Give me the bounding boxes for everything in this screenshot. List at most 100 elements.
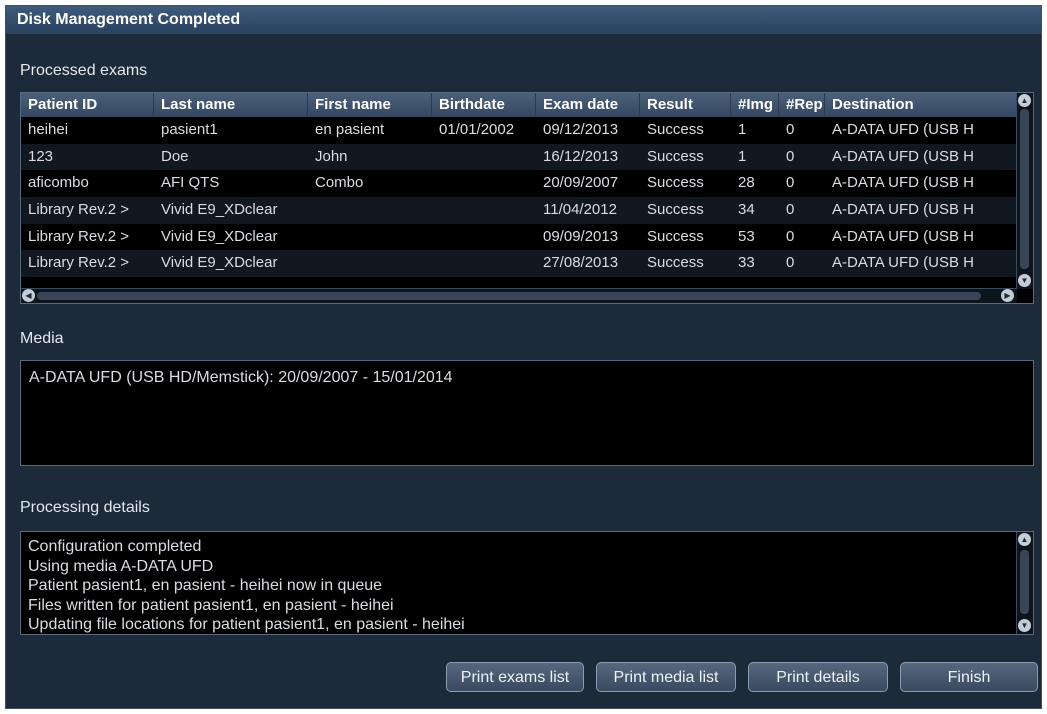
table-cell: Library Rev.2 > — [28, 227, 130, 245]
scroll-down-icon[interactable]: ▼ — [1018, 274, 1031, 287]
table-cell: 0 — [786, 227, 795, 245]
scrollbar-thumb[interactable] — [1020, 550, 1029, 614]
print-exams-list-button[interactable]: Print exams list — [446, 662, 584, 692]
table-cell — [432, 144, 536, 171]
processed-exams-table[interactable]: Patient ID Last name First name Birthdate Ex… — [20, 92, 1034, 304]
table-cell: 33 — [738, 254, 755, 272]
table-cell: A-DATA UFD (USB H — [832, 121, 974, 138]
disk-management-dialog: Disk Management Completed Processed exam… — [5, 5, 1042, 709]
media-list[interactable]: A-DATA UFD (USB HD/Memstick): 20/09/2007… — [20, 360, 1034, 466]
table-cell: heihei — [28, 121, 69, 138]
table-cell: Success — [647, 201, 704, 219]
table-cell — [308, 224, 432, 251]
table-row[interactable]: Library Rev.2 > Vivid E9_XDclear 27/08/201… — [21, 250, 1017, 278]
table-cell: 34 — [738, 201, 755, 219]
table-row[interactable]: heihei pasient1 en pasient 01/01/2002 09/12/… — [21, 117, 1017, 144]
print-media-list-button[interactable]: Print media list — [596, 662, 736, 692]
column-header[interactable]: Exam date — [536, 93, 640, 117]
table-cell — [432, 224, 536, 251]
table-cell: 1 — [738, 147, 747, 165]
processing-details-label: Processing details — [20, 499, 150, 516]
table-row[interactable]: Library Rev.2 > Vivid E9_XDclear 11/04/201… — [21, 197, 1017, 224]
table-cell: 0 — [786, 174, 795, 192]
table-cell: 0 — [786, 121, 795, 138]
table-cell: pasient1 — [161, 121, 218, 138]
table-cell — [432, 170, 536, 197]
log-line: Configuration completed — [28, 538, 202, 555]
log-line: Files written for patient pasient1, en p… — [28, 596, 394, 614]
table-cell: John — [315, 147, 348, 165]
table-cell: 27/08/2013 — [543, 254, 619, 272]
table-cell: 123 — [28, 147, 54, 165]
scrollbar-thumb[interactable] — [37, 292, 981, 300]
scroll-right-icon[interactable]: ▶ — [1001, 289, 1014, 302]
table-cell — [432, 250, 536, 277]
table-cell: A-DATA UFD (USB H — [832, 227, 974, 245]
scrollbar-thumb[interactable] — [1020, 109, 1029, 269]
table-cell: AFI QTS — [161, 174, 220, 192]
log-line: Patient pasient1, en pasient - heihei no… — [28, 577, 383, 594]
table-cell: 09/09/2013 — [543, 227, 619, 245]
column-header[interactable]: Patient ID — [21, 93, 154, 117]
scroll-up-icon[interactable]: ▲ — [1018, 94, 1031, 107]
table-vertical-scrollbar[interactable]: ▲ ▼ — [1016, 93, 1033, 289]
table-cell: 01/01/2002 — [439, 121, 515, 138]
table-cell: 20/09/2007 — [543, 174, 619, 192]
table-cell: Doe — [161, 147, 189, 165]
details-vertical-scrollbar[interactable]: ▲ ▼ — [1016, 532, 1033, 634]
table-cell: 0 — [786, 201, 795, 219]
table-cell: Library Rev.2 > — [28, 201, 130, 219]
processed-exams-label: Processed exams — [20, 62, 148, 79]
log-line: Using media A-DATA UFD — [28, 557, 214, 575]
table-row[interactable]: aficombo AFI QTS Combo 20/09/2007 Success 28 0… — [21, 170, 1017, 198]
table-cell: en pasient — [315, 121, 385, 138]
table-cell: Success — [647, 227, 704, 245]
column-header[interactable]: Result — [640, 93, 731, 117]
table-cell: 0 — [786, 147, 795, 165]
table-cell: Vivid E9_XDclear — [161, 201, 278, 219]
table-cell: 53 — [738, 227, 755, 245]
table-horizontal-scrollbar[interactable]: ◀ ▶ — [21, 288, 1017, 303]
table-cell — [308, 250, 432, 277]
table-cell: 0 — [786, 254, 795, 272]
details-lines: Configuration completed Using media A-DAT… — [28, 537, 465, 634]
column-header[interactable]: First name — [308, 93, 432, 117]
scroll-left-icon[interactable]: ◀ — [22, 289, 35, 302]
media-item[interactable]: A-DATA UFD (USB HD/Memstick): 20/09/2007… — [29, 369, 1033, 387]
table-cell: 1 — [738, 121, 747, 138]
print-details-button[interactable]: Print details — [748, 662, 888, 692]
column-header[interactable]: #Rep — [779, 93, 825, 117]
column-header[interactable]: Birthdate — [432, 93, 536, 117]
table-row[interactable]: Library Rev.2 > Vivid E9_XDclear 09/09/201… — [21, 223, 1017, 251]
log-line: Updating file locations for patient pasi… — [28, 616, 465, 633]
table-cell: 09/12/2013 — [543, 121, 619, 138]
table-cell: Combo — [315, 174, 364, 192]
scroll-down-icon[interactable]: ▼ — [1018, 619, 1031, 632]
column-header[interactable]: Destination — [825, 93, 1017, 117]
table-row[interactable]: 123 Doe John 16/12/2013 Success 1 0 A-DATA UFD … — [21, 143, 1017, 171]
window-title: Disk Management Completed — [6, 6, 1041, 34]
table-cell: Success — [647, 174, 704, 192]
finish-button[interactable]: Finish — [900, 662, 1038, 692]
media-label: Media — [20, 330, 64, 347]
table-cell: A-DATA UFD (USB H — [832, 201, 974, 219]
table-cell: Success — [647, 121, 704, 138]
column-header[interactable]: #Img — [731, 93, 779, 117]
table-cell: A-DATA UFD (USB H — [832, 254, 974, 272]
table-cell: Vivid E9_XDclear — [161, 227, 278, 245]
scroll-up-icon[interactable]: ▲ — [1018, 533, 1031, 546]
table-cell: Success — [647, 254, 704, 272]
table-cell: Vivid E9_XDclear — [161, 254, 278, 272]
table-cell: 16/12/2013 — [543, 147, 619, 165]
table-cell: A-DATA UFD (USB H — [832, 147, 974, 165]
table-header: Patient ID Last name First name Birthdate Ex… — [21, 93, 1017, 117]
processing-details-log[interactable]: Configuration completed Using media A-DAT… — [20, 531, 1034, 635]
table-cell: Success — [647, 147, 704, 165]
table-body: heihei pasient1 en pasient 01/01/2002 09/12/… — [21, 117, 1017, 278]
table-cell: Library Rev.2 > — [28, 254, 130, 272]
table-cell: 28 — [738, 174, 755, 192]
table-cell: aficombo — [28, 174, 89, 192]
table-cell — [432, 197, 536, 224]
table-cell: A-DATA UFD (USB H — [832, 174, 974, 192]
column-header[interactable]: Last name — [154, 93, 308, 117]
